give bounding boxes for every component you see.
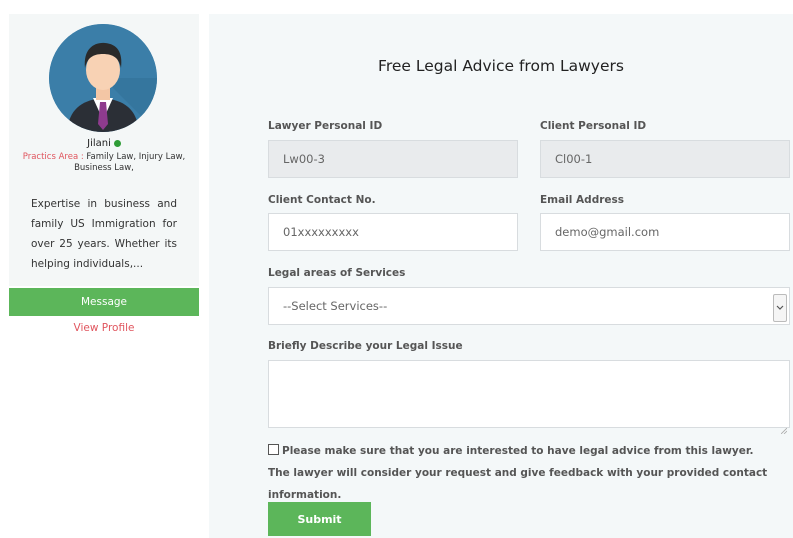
- lawyer-name: Jilani: [87, 138, 111, 149]
- online-status-icon: [113, 139, 121, 147]
- lawyer-avatar[interactable]: [49, 24, 157, 132]
- message-button[interactable]: Message: [9, 288, 199, 316]
- services-label: Legal areas of Services: [268, 267, 406, 279]
- client-id-field[interactable]: Cl00-1: [540, 140, 790, 178]
- form-title: Free Legal Advice from Lawyers: [378, 57, 624, 75]
- client-id-label: Client Personal ID: [540, 120, 647, 132]
- lawyer-profile-card: Jilani Practics Area : Family Law, Injur…: [9, 14, 199, 286]
- view-profile-link[interactable]: View Profile: [9, 322, 199, 334]
- agreement-row: Please make sure that you are interested…: [268, 440, 778, 506]
- agreement-checkbox[interactable]: [268, 444, 279, 455]
- email-field[interactable]: demo@gmail.com: [540, 213, 790, 251]
- email-label: Email Address: [540, 194, 625, 206]
- practice-area: Practics Area : Family Law, Injury Law, …: [17, 152, 191, 174]
- contact-label: Client Contact No.: [268, 194, 376, 206]
- agreement-text: Please make sure that you are interested…: [268, 445, 768, 501]
- lawyer-name-row: Jilani: [9, 138, 199, 149]
- lawyer-id-label: Lawyer Personal ID: [268, 120, 383, 132]
- contact-field[interactable]: 01xxxxxxxxx: [268, 213, 518, 251]
- practice-area-label: Practics Area :: [22, 152, 87, 162]
- services-selected-value: --Select Services--: [283, 299, 388, 313]
- person-icon: [49, 24, 157, 132]
- lawyer-id-field[interactable]: Lw00-3: [268, 140, 518, 178]
- resize-grip-icon[interactable]: [780, 419, 788, 435]
- legal-advice-form: Free Legal Advice from Lawyers Lawyer Pe…: [209, 14, 793, 538]
- practice-area-value: Family Law, Injury Law, Business Law,: [74, 152, 186, 173]
- submit-button[interactable]: Submit: [268, 502, 371, 536]
- lawyer-bio: Expertise in business and family US Immi…: [31, 198, 177, 270]
- chevron-down-icon[interactable]: [773, 294, 787, 322]
- services-select[interactable]: --Select Services--: [268, 287, 790, 325]
- issue-textarea[interactable]: [268, 360, 790, 435]
- issue-label: Briefly Describe your Legal Issue: [268, 340, 463, 352]
